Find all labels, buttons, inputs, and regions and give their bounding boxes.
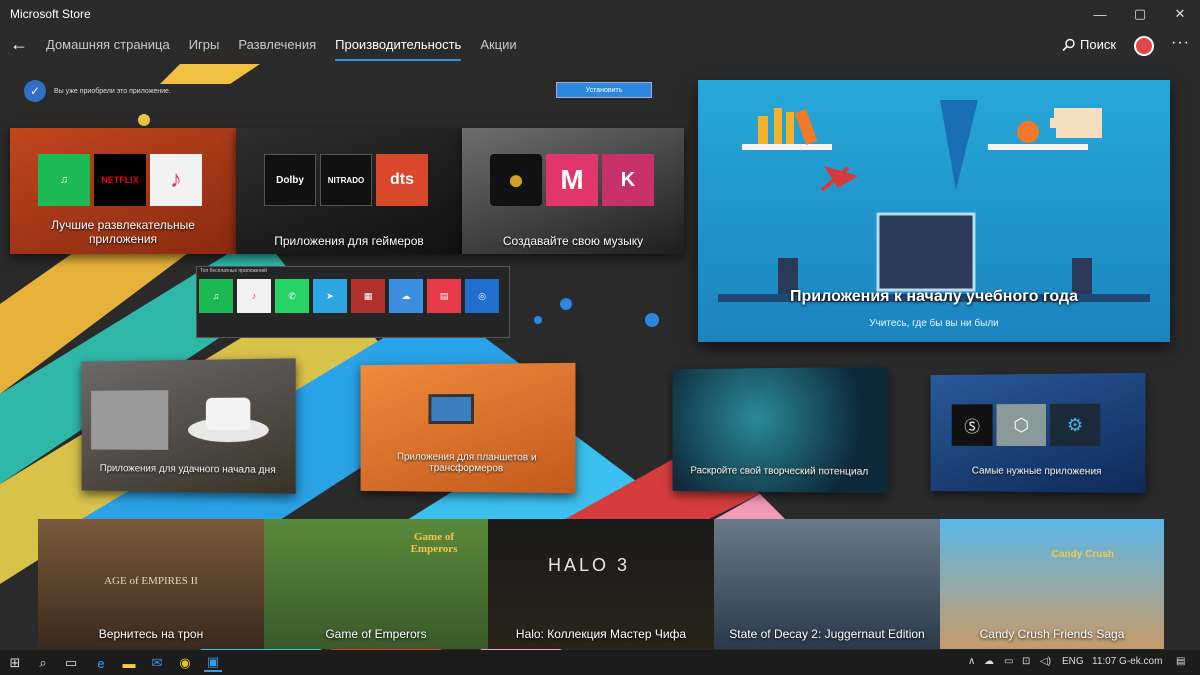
- collection-label: Раскройте свой творческий потенциал: [690, 465, 869, 478]
- game-tile-halo[interactable]: HALO 3 Halo: Коллекция Мастер Чифа: [488, 519, 714, 649]
- game-logo: Game of Emperors: [410, 531, 458, 555]
- netflix-icon: NETFLIX: [94, 154, 146, 206]
- collection-tablets[interactable]: Приложения для планшетов и трансформеров: [360, 362, 576, 494]
- nitrado-icon: NITRADO: [320, 154, 372, 206]
- game-tile-candy-crush[interactable]: Candy Crush Candy Crush Friends Saga: [940, 519, 1164, 649]
- back-arrow-icon[interactable]: ←: [10, 34, 28, 55]
- dts-icon: dts: [376, 154, 428, 206]
- tab-productivity[interactable]: Производительность: [335, 37, 462, 61]
- task-view-icon[interactable]: ▭: [62, 654, 80, 672]
- game-tile-state-of-decay[interactable]: State of Decay 2: Juggernaut Edition: [714, 519, 940, 649]
- window-controls: — ▢ ✕: [1080, 0, 1200, 28]
- more-icon[interactable]: ···: [1171, 34, 1190, 52]
- volume-icon[interactable]: ◁): [1040, 656, 1051, 667]
- collection-gamers[interactable]: Dolby NITRADO dts Приложения для геймеро…: [236, 128, 462, 254]
- owned-text: Вы уже приобрели это приложение.: [54, 87, 171, 95]
- tab-deals[interactable]: Акции: [480, 37, 516, 61]
- title-bar: Microsoft Store — ▢ ✕: [0, 0, 1200, 28]
- game-label: State of Decay 2: Juggernaut Edition: [729, 627, 925, 641]
- collection-label: Создавайте свою музыку: [502, 234, 644, 248]
- install-button[interactable]: Установить: [556, 82, 652, 98]
- vinyl-icon: ●: [490, 154, 542, 206]
- skype-icon: Ⓢ: [951, 404, 993, 446]
- collection-label: Лучшие развлекательные приложения: [51, 218, 195, 246]
- tray-chevron-icon[interactable]: ∧: [968, 656, 975, 667]
- language-indicator[interactable]: ENG: [1062, 656, 1084, 667]
- itunes-icon[interactable]: ♪: [237, 279, 271, 313]
- collection-label: Приложения для планшетов и трансформеров: [396, 451, 537, 475]
- collection-entertainment[interactable]: ♫ NETFLIX ♪ Лучшие развлекательные прило…: [10, 128, 236, 254]
- m-app-icon: M: [546, 154, 598, 206]
- tablet-icon: [428, 393, 474, 425]
- mail-icon[interactable]: ✉: [148, 654, 166, 672]
- hexagon-app-icon: ⬡: [996, 403, 1046, 447]
- game-logo: Candy Crush: [1051, 549, 1114, 560]
- search-button[interactable]: Поиск: [1062, 37, 1116, 52]
- camera-app-icon: ⚙: [1049, 403, 1101, 447]
- spotify-icon: ♫: [38, 154, 90, 206]
- game-label: Game of Emperors: [325, 627, 427, 641]
- search-icon[interactable]: ⌕: [34, 654, 52, 672]
- window-title: Microsoft Store: [10, 7, 91, 21]
- itunes-icon: ♪: [150, 154, 202, 206]
- telegram-icon[interactable]: ➤: [313, 279, 347, 313]
- game-label: Halo: Коллекция Мастер Чифа: [515, 627, 687, 641]
- collection-label: Самые нужные приложения: [971, 465, 1102, 478]
- nav-tabs: Домашняя страница Игры Развлечения Произ…: [46, 37, 517, 61]
- icloud-icon[interactable]: ☁: [389, 279, 423, 313]
- checkmark-icon: ✓: [24, 80, 46, 102]
- notifications-icon[interactable]: ▤: [1176, 656, 1185, 667]
- search-icon: [1062, 38, 1075, 51]
- banner-subtitle: Учитесь, где бы вы ни были: [869, 318, 999, 329]
- owned-notice: ✓ Вы уже приобрели это приложение.: [24, 80, 171, 102]
- store-icon[interactable]: ▣: [204, 654, 222, 672]
- taskbar: ⊞ ⌕ ▭ e ▬ ✉ ◉ ▣ ∧ ☁ ▭ ⊡ ◁) ENG 11:07 G-e…: [0, 650, 1200, 675]
- game-logo: HALO 3: [548, 555, 631, 575]
- back-to-school-banner[interactable]: Приложения к началу учебного года Учитес…: [698, 80, 1170, 342]
- collection-morning[interactable]: Приложения для удачного начала дня: [81, 358, 296, 494]
- tab-entertainment[interactable]: Развлечения: [238, 37, 316, 61]
- chrome-icon[interactable]: ◉: [176, 654, 194, 672]
- cloud-icon[interactable]: ☁: [984, 656, 994, 667]
- banner-title: Приложения к началу учебного года: [790, 288, 1078, 305]
- network-icon[interactable]: ⊡: [1022, 656, 1030, 667]
- strip-caption: Топ бесплатных приложений: [200, 268, 267, 274]
- tab-games[interactable]: Игры: [189, 37, 220, 61]
- avatar[interactable]: [1134, 36, 1154, 56]
- collection-music[interactable]: ● M K Создавайте свою музыку: [462, 128, 684, 254]
- collection-label: Приложения для геймеров: [274, 234, 424, 248]
- windows-start-icon[interactable]: ⊞: [6, 654, 24, 672]
- spotify-icon[interactable]: ♫: [199, 279, 233, 313]
- whatsapp-icon[interactable]: ✆: [275, 279, 309, 313]
- edge-icon[interactable]: e: [92, 654, 110, 672]
- close-button[interactable]: ✕: [1160, 0, 1200, 28]
- game-tile-game-of-emperors[interactable]: Game of Emperors Game of Emperors: [264, 519, 488, 649]
- collection-creative[interactable]: Раскройте свой творческий потенциал: [672, 366, 888, 494]
- nav-bar: ← Домашняя страница Игры Развлечения Про…: [0, 28, 1200, 64]
- game-tile-age-of-empires[interactable]: AGE of EMPIRES II Вернитесь на трон: [38, 519, 264, 649]
- clock[interactable]: 11:07 G-ek.com: [1092, 656, 1162, 667]
- collection-essential[interactable]: Ⓢ ⬡ ⚙ Самые нужные приложения: [930, 372, 1146, 494]
- k-app-icon: K: [602, 154, 654, 206]
- search-label: Поиск: [1080, 37, 1117, 52]
- game-logo: AGE of EMPIRES II: [104, 575, 198, 587]
- main-content: ✓ Вы уже приобрели это приложение. Устан…: [0, 64, 1200, 650]
- game-label: Candy Crush Friends Saga: [979, 627, 1125, 641]
- winrar-icon[interactable]: ▦: [351, 279, 385, 313]
- battery-icon[interactable]: ▭: [1004, 656, 1013, 667]
- dolby-icon: Dolby: [264, 154, 316, 206]
- instagram-icon[interactable]: ◎: [465, 279, 499, 313]
- file-explorer-icon[interactable]: ▬: [120, 654, 138, 672]
- library-icon[interactable]: ▤: [427, 279, 461, 313]
- maximize-button[interactable]: ▢: [1120, 0, 1160, 28]
- tab-home[interactable]: Домашняя страница: [46, 37, 170, 61]
- top-free-apps-strip: Топ бесплатных приложений ♫ ♪ ✆ ➤ ▦ ☁ ▤ …: [196, 266, 510, 338]
- minimize-button[interactable]: —: [1080, 0, 1120, 28]
- game-label: Вернитесь на трон: [98, 627, 204, 641]
